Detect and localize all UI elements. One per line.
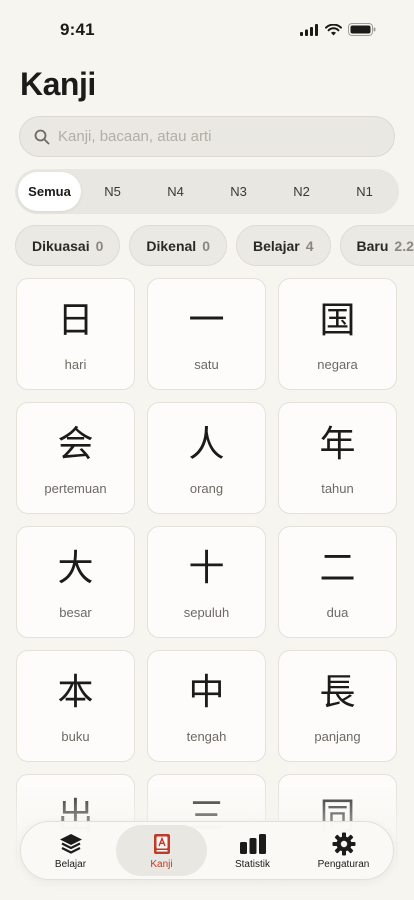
kanji-meaning: sepuluh [183, 605, 230, 620]
kanji-character: 十 [188, 548, 225, 589]
kanji-card[interactable]: 大 besar [16, 526, 135, 638]
kanji-card[interactable]: 長 panjang [278, 650, 397, 762]
kanji-meaning: orang [189, 481, 224, 496]
kanji-character: 国 [319, 300, 356, 341]
level-tab-n2[interactable]: N2 [270, 172, 333, 211]
stat-count: 2.22 [394, 237, 414, 254]
kanji-character: 本 [57, 672, 94, 713]
tab-label: Kanji [150, 858, 173, 870]
kanji-grid: 日 hari 一 satu 国 negara 会 pertemuan 人 orang 年 tahun 大… [16, 278, 399, 900]
kanji-character: 大 [57, 548, 94, 589]
status-icons [300, 23, 376, 36]
tab-label: Statistik [234, 858, 270, 870]
kanji-book-icon [152, 832, 172, 856]
kanji-meaning: hari [64, 357, 87, 372]
kanji-card[interactable]: 人 orang [147, 402, 266, 514]
tab-bar: Belajar Kanji Statistik Pengaturan [20, 821, 394, 880]
stat-label: Dikuasai [32, 237, 90, 254]
kanji-card[interactable]: 日 hari [16, 278, 135, 390]
tab-pengaturan[interactable]: Pengaturan [298, 825, 389, 876]
level-tab-n5[interactable]: N5 [81, 172, 144, 211]
tab-statistik[interactable]: Statistik [207, 825, 298, 876]
kanji-character: 長 [319, 672, 356, 713]
kanji-meaning: tengah [186, 729, 227, 744]
kanji-card[interactable]: 十 sepuluh [147, 526, 266, 638]
kanji-card[interactable]: 年 tahun [278, 402, 397, 514]
kanji-character: 会 [57, 424, 94, 465]
kanji-character: 年 [319, 424, 356, 465]
layers-icon [59, 832, 83, 856]
mastery-stats: Dikuasai 0 Dikenal 0 Belajar 4 Baru 2.22 [15, 225, 414, 266]
kanji-character: 中 [188, 672, 225, 713]
kanji-meaning: buku [61, 729, 90, 744]
gear-icon [332, 832, 356, 856]
stat-label: Baru [356, 237, 389, 254]
kanji-meaning: satu [194, 357, 219, 372]
kanji-card[interactable]: 中 tengah [147, 650, 266, 762]
search-input[interactable] [58, 128, 378, 145]
stat-pill-baru[interactable]: Baru 2.22 [339, 225, 414, 266]
kanji-meaning: dua [326, 605, 349, 620]
tab-label: Belajar [54, 858, 87, 870]
kanji-card[interactable]: 二 dua [278, 526, 397, 638]
kanji-character: 人 [188, 424, 225, 465]
tab-kanji[interactable]: Kanji [116, 825, 207, 876]
cellular-signal-icon [300, 23, 318, 36]
kanji-meaning: besar [59, 605, 92, 620]
level-tab-n4[interactable]: N4 [144, 172, 207, 211]
stat-label: Dikenal [146, 237, 197, 254]
level-tab-n1[interactable]: N1 [333, 172, 396, 211]
search-icon [34, 129, 50, 144]
tab-belajar[interactable]: Belajar [25, 825, 116, 876]
kanji-card[interactable]: 会 pertemuan [16, 402, 135, 514]
level-filter: Semua N5 N4 N3 N2 N1 [15, 169, 399, 214]
kanji-card[interactable]: 一 satu [147, 278, 266, 390]
status-bar: 9:41 [0, 0, 414, 56]
kanji-character: 一 [188, 300, 225, 341]
kanji-character: 二 [319, 548, 356, 589]
kanji-meaning: panjang [314, 729, 361, 744]
kanji-card[interactable]: 本 buku [16, 650, 135, 762]
kanji-character: 日 [57, 300, 94, 341]
search-bar[interactable] [19, 116, 395, 157]
kanji-meaning: negara [317, 357, 358, 372]
tab-label: Pengaturan [317, 858, 370, 870]
stat-count: 4 [305, 237, 314, 254]
level-tab-semua[interactable]: Semua [18, 172, 81, 211]
battery-icon [348, 23, 376, 36]
stat-pill-dikuasai[interactable]: Dikuasai 0 [15, 225, 121, 266]
stat-pill-dikenal[interactable]: Dikenal 0 [129, 225, 227, 266]
page-title: Kanji [20, 66, 96, 102]
stat-count: 0 [202, 237, 210, 254]
stat-label: Belajar [253, 237, 300, 254]
kanji-card[interactable]: 国 negara [278, 278, 397, 390]
kanji-meaning: pertemuan [44, 481, 107, 496]
kanji-meaning: tahun [321, 481, 354, 496]
wifi-icon [325, 23, 342, 35]
stat-pill-belajar[interactable]: Belajar 4 [236, 225, 331, 266]
bar-chart-icon [239, 832, 267, 856]
level-tab-n3[interactable]: N3 [207, 172, 270, 211]
status-time: 9:41 [60, 20, 95, 39]
stat-count: 0 [95, 237, 104, 254]
